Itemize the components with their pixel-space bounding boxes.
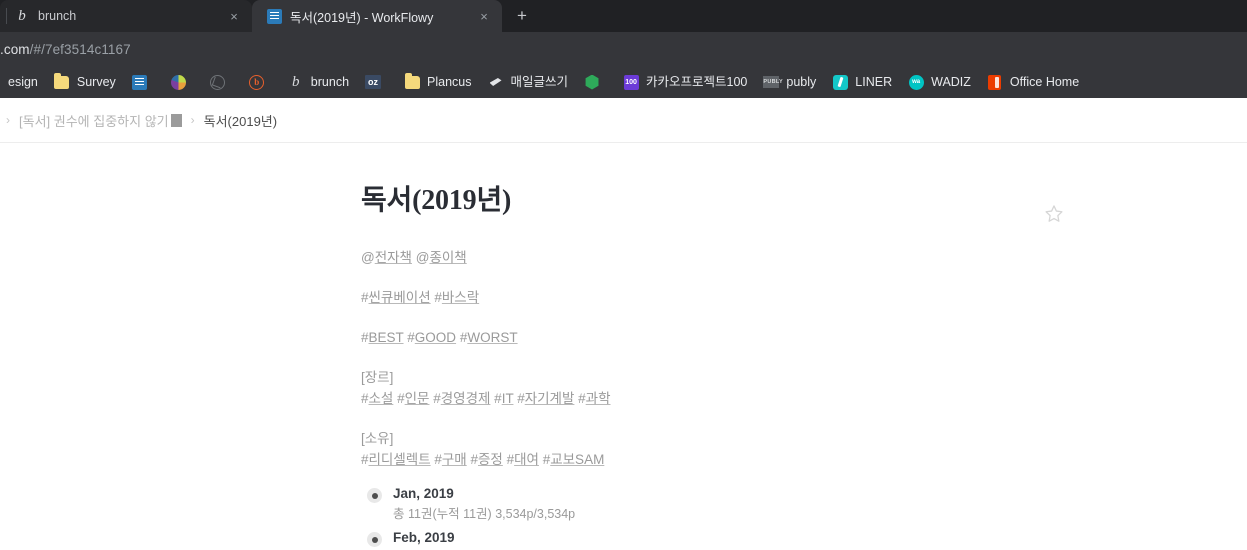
bullet-icon[interactable] — [366, 484, 384, 504]
aperture-icon — [210, 74, 226, 90]
bookmark-survey[interactable]: Survey — [46, 70, 124, 94]
breadcrumb-item-current[interactable]: 독서(2019년) — [204, 111, 277, 130]
paragraph-at-tags[interactable]: @전자책 @종이책 — [361, 247, 1247, 268]
list-item: Feb, 2019 총 15권(누적 26권) 4,089p/7,623p — [366, 528, 1247, 550]
bookmark-label: Office Home — [1009, 74, 1080, 89]
paragraph-text: #씬큐베이션 #바스락 — [361, 289, 480, 305]
section-tags-genre[interactable]: #소설 #인문 #경영경제 #IT #자기계발 #과학 — [361, 388, 1247, 409]
breadcrumb-item-parent[interactable]: [독서] 권수에 집중하지 않기 — [19, 111, 182, 130]
list-item-title[interactable]: Feb, 2019 — [393, 528, 455, 548]
bookmark-label: brunch — [310, 74, 350, 89]
evernote-icon — [584, 74, 600, 90]
new-tab-button[interactable]: + — [508, 2, 536, 30]
bookmark-color-wheel[interactable] — [163, 70, 202, 94]
tab-title: brunch — [38, 9, 77, 23]
bookmark-label: WADIZ — [931, 74, 971, 89]
close-icon[interactable]: × — [476, 8, 492, 24]
folder-icon — [404, 72, 420, 90]
paragraph-text: @전자책 @종이책 — [361, 249, 467, 265]
bookmark-plancus[interactable]: Plancus — [396, 70, 479, 94]
address-bar-url[interactable]: .com/#/7ef3514c1167 — [0, 42, 131, 57]
browser-tab-workflowy[interactable]: 독서(2019년) - WorkFlowy × — [252, 0, 502, 32]
paragraph-hash-tags-1[interactable]: #씬큐베이션 #바스락 — [361, 287, 1247, 308]
chevron-right-icon: › — [6, 113, 10, 127]
section-heading-ownership: [소유] — [361, 431, 394, 447]
list-item-note[interactable]: 총 11권(누적 11권) 3,534p/3,534p — [393, 505, 1247, 523]
brunch-icon: b — [18, 8, 26, 24]
bookmark-label: LINER — [855, 74, 893, 89]
bookmarks-bar: esign Survey b b brunch oz Plancus 매일글쓰기… — [0, 66, 1247, 98]
browser-chrome: b brunch × 독서(2019년) - WorkFlowy × + .co… — [0, 0, 1247, 98]
bookmark-label: 카카오프로젝트100 — [646, 74, 748, 89]
bookmark-b-circle[interactable]: b — [241, 70, 280, 94]
chevron-right-icon: › — [190, 113, 195, 127]
folder-icon — [54, 72, 70, 90]
close-icon[interactable]: × — [226, 8, 242, 24]
bookmark-label: 매일글쓰기 — [510, 74, 569, 89]
bookmark-daily-writing[interactable]: 매일글쓰기 — [480, 70, 577, 94]
workflowy-icon — [266, 8, 282, 24]
publy-icon: PUBLY — [763, 74, 783, 90]
bookmark-kakao-project-100[interactable]: 100 카카오프로젝트100 — [615, 70, 755, 94]
bookmark-oz[interactable]: oz — [357, 70, 396, 94]
document-body: 독서(2019년) @전자책 @종이책 #씬큐베이션 #바스락 #BEST #G… — [0, 143, 1247, 550]
note-content: @전자책 @종이책 #씬큐베이션 #바스락 #BEST #GOOD #WORST… — [361, 247, 1247, 550]
wadiz-icon: wa — [908, 74, 924, 90]
list-item-title[interactable]: Jan, 2019 — [393, 484, 454, 504]
bookmark-label: Plancus — [427, 74, 472, 89]
bookmark-liner[interactable]: LINER — [824, 70, 900, 94]
workflowy-page: › [독서] 권수에 집중하지 않기 › 독서(2019년) 독서(2019년)… — [0, 98, 1247, 550]
bookmark-evernote[interactable] — [576, 70, 615, 94]
browser-tab-brunch[interactable]: b brunch × — [0, 0, 252, 32]
paragraph-hash-tags-2[interactable]: #BEST #GOOD #WORST — [361, 327, 1247, 348]
breadcrumb-label: 독서(2019년) — [203, 113, 278, 129]
color-wheel-icon — [171, 74, 187, 90]
tab-title: 독서(2019년) - WorkFlowy — [290, 10, 434, 25]
emoji-placeholder-icon — [170, 113, 182, 127]
bookmark-esign[interactable]: esign — [0, 70, 46, 94]
list-item: Jan, 2019 총 11권(누적 11권) 3,534p/3,534p — [366, 484, 1247, 523]
oz-icon: oz — [365, 74, 382, 90]
b-circle-icon: b — [249, 74, 265, 90]
bookmark-publy[interactable]: PUBLY publy — [755, 70, 824, 94]
bookmark-workflowy[interactable] — [124, 70, 163, 94]
liner-icon — [832, 74, 848, 90]
tab-strip: b brunch × 독서(2019년) - WorkFlowy × + — [0, 0, 1247, 32]
bookmark-aperture[interactable] — [202, 70, 241, 94]
bookmark-brunch[interactable]: b brunch — [280, 70, 357, 94]
paragraph-text: #BEST #GOOD #WORST — [361, 329, 518, 345]
pen-icon — [488, 74, 504, 90]
breadcrumb-label: [독서] 권수에 집중하지 않기 — [19, 113, 169, 129]
kakao-icon: 100 — [623, 74, 639, 90]
star-outline-icon[interactable] — [1043, 203, 1065, 225]
bookmark-wadiz[interactable]: wa WADIZ — [900, 70, 979, 94]
office-icon — [987, 74, 1003, 90]
outline-list: Jan, 2019 총 11권(누적 11권) 3,534p/3,534p Fe… — [366, 484, 1247, 550]
section-tags-ownership[interactable]: #리디셀렉트 #구매 #증정 #대여 #교보SAM — [361, 449, 1247, 470]
bookmark-office-home[interactable]: Office Home — [979, 70, 1087, 94]
workflowy-icon — [132, 74, 148, 90]
omnibox-row: .com/#/7ef3514c1167 — [0, 32, 1247, 66]
bookmark-label: esign — [8, 74, 38, 89]
section-heading-genre: [장르] — [361, 369, 394, 385]
bookmark-label: Survey — [76, 74, 116, 89]
page-title[interactable]: 독서(2019년) — [361, 185, 1247, 217]
bookmark-label: publy — [786, 74, 817, 89]
brunch-icon: b — [292, 74, 300, 90]
bullet-icon[interactable] — [366, 528, 384, 548]
breadcrumb: › [독서] 권수에 집중하지 않기 › 독서(2019년) — [0, 98, 1247, 143]
